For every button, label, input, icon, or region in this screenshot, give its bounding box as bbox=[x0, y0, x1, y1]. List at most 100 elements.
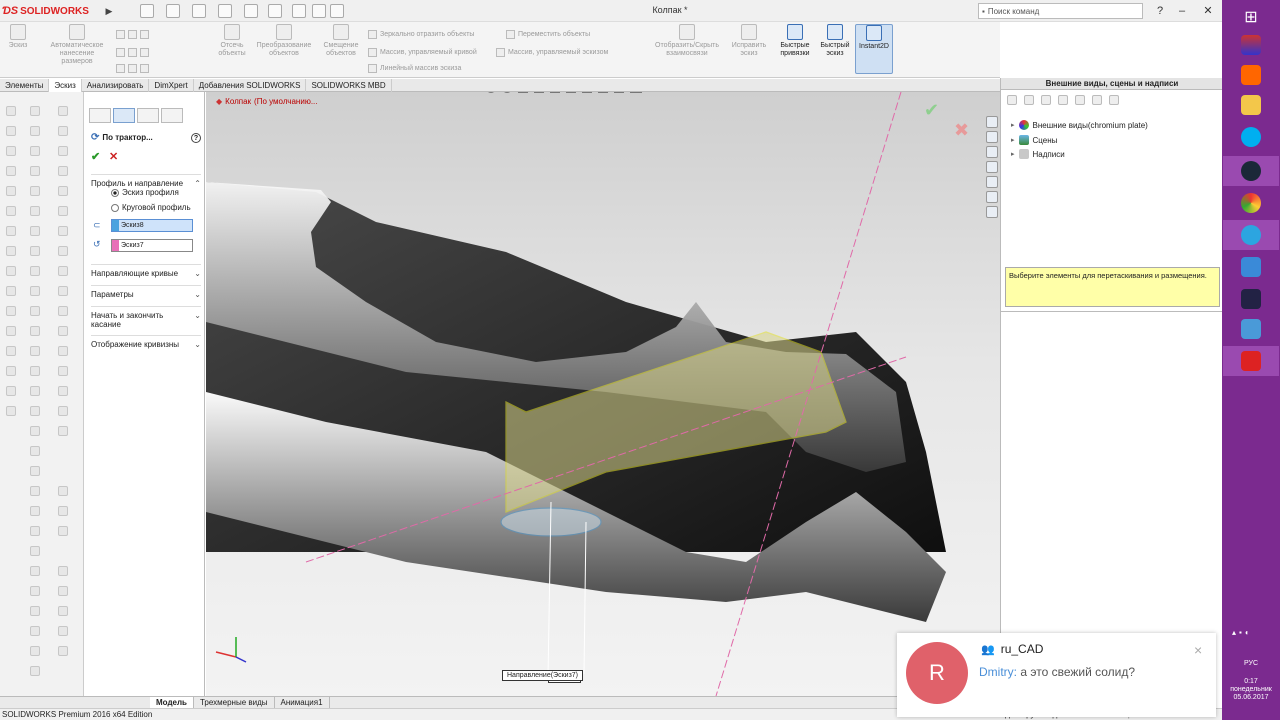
tool-icon[interactable] bbox=[30, 106, 40, 116]
tool-icon[interactable] bbox=[6, 186, 16, 196]
tool-icon[interactable] bbox=[58, 646, 68, 656]
viewport-minimize-icon[interactable]: – bbox=[966, 92, 971, 94]
tool-icon[interactable] bbox=[6, 346, 16, 356]
print-icon[interactable] bbox=[218, 4, 232, 18]
tool-icon[interactable] bbox=[30, 126, 40, 136]
tool-icon[interactable] bbox=[58, 286, 68, 296]
display-relations-button[interactable]: Отобразить/Скрыть взаимосвязи bbox=[648, 24, 726, 74]
instant2d-button[interactable]: Instant2D bbox=[855, 24, 893, 74]
tool-icon[interactable] bbox=[30, 406, 40, 416]
section-options[interactable]: Параметры ⌄ bbox=[91, 285, 201, 299]
tool-icon[interactable] bbox=[58, 486, 68, 496]
tool-icon[interactable] bbox=[30, 286, 40, 296]
graphics-area[interactable]: ◆ Колпак (По умолчанию... ✔ ✖ – ❐ ✕ эски… bbox=[206, 92, 1000, 696]
tool-icon[interactable] bbox=[58, 306, 68, 316]
section-curvature-display[interactable]: Отображение кривизны ⌄ bbox=[91, 335, 201, 349]
feature-tree-tab[interactable] bbox=[89, 108, 111, 123]
rapid-sketch-button[interactable]: Быстрый эскиз bbox=[816, 24, 854, 74]
tool-icon[interactable] bbox=[58, 246, 68, 256]
tool-icon[interactable] bbox=[58, 266, 68, 276]
add-icon[interactable] bbox=[1058, 95, 1068, 105]
zoom-area-icon[interactable] bbox=[502, 92, 512, 93]
tool-icon[interactable] bbox=[30, 146, 40, 156]
tool-icon[interactable] bbox=[6, 286, 16, 296]
feature-tree-flyout[interactable]: ◆ Колпак (По умолчанию... bbox=[216, 97, 317, 106]
radio-circular-profile[interactable]: Круговой профиль bbox=[111, 203, 191, 212]
tab-3d-views[interactable]: Трехмерные виды bbox=[194, 697, 275, 708]
tool-icon[interactable] bbox=[58, 146, 68, 156]
appearance-icon[interactable] bbox=[598, 92, 608, 93]
mirror-entities[interactable]: Зеркально отразить объекты bbox=[368, 28, 474, 40]
clock[interactable]: 0:17 понедельник 05.06.2017 bbox=[1222, 678, 1280, 702]
rect-tool[interactable] bbox=[116, 46, 149, 58]
tool-icon[interactable] bbox=[58, 506, 68, 516]
tool-icon[interactable] bbox=[6, 106, 16, 116]
tool-icon[interactable] bbox=[58, 326, 68, 336]
move-entities[interactable]: Переместить объекты bbox=[506, 28, 590, 40]
section-guide-curves[interactable]: Направляющие кривые ⌄ bbox=[91, 264, 201, 278]
tool-icon[interactable] bbox=[30, 546, 40, 556]
file-explorer-icon[interactable] bbox=[986, 146, 998, 158]
tool-icon[interactable] bbox=[30, 426, 40, 436]
tab-dimxpert[interactable]: DimXpert bbox=[149, 79, 194, 92]
tool-icon[interactable] bbox=[58, 626, 68, 636]
taskbar-steam[interactable] bbox=[1223, 156, 1279, 186]
tool-icon[interactable] bbox=[58, 406, 68, 416]
taskbar-app1[interactable] bbox=[1223, 252, 1279, 282]
save-icon[interactable] bbox=[1075, 95, 1085, 105]
tool-icon[interactable] bbox=[30, 246, 40, 256]
viewport-restore-icon[interactable]: ❐ bbox=[979, 92, 987, 94]
tool-icon[interactable] bbox=[6, 246, 16, 256]
select-icon[interactable] bbox=[292, 4, 306, 18]
taskbar-solidworks[interactable] bbox=[1223, 346, 1279, 376]
tab-evaluate[interactable]: Анализировать bbox=[82, 79, 150, 92]
tool-icon[interactable] bbox=[30, 446, 40, 456]
tool-icon[interactable] bbox=[58, 386, 68, 396]
tool-icon[interactable] bbox=[6, 366, 16, 376]
start-button[interactable]: ⊞ bbox=[1223, 2, 1279, 32]
sketch-driven-pattern[interactable]: Массив, управляемый эскизом bbox=[496, 46, 608, 58]
tool-icon[interactable] bbox=[6, 266, 16, 276]
help-button[interactable]: ? bbox=[1148, 2, 1172, 20]
tool-icon[interactable] bbox=[58, 566, 68, 576]
appearances-icon[interactable] bbox=[986, 176, 998, 188]
taskbar-telegram[interactable] bbox=[1223, 220, 1279, 250]
tab-addins[interactable]: Добавления SOLIDWORKS bbox=[194, 79, 307, 92]
smart-dimension-button[interactable]: Автоматическое нанесение размеров bbox=[44, 24, 110, 74]
dimxpert-tab[interactable] bbox=[161, 108, 183, 123]
tool-icon[interactable] bbox=[6, 126, 16, 136]
tool-icon[interactable] bbox=[30, 206, 40, 216]
tool-icon[interactable] bbox=[30, 386, 40, 396]
display-style-icon[interactable] bbox=[566, 92, 576, 93]
config-tab[interactable] bbox=[137, 108, 159, 123]
solidworks-logo[interactable]: ƊS SOLIDWORKS bbox=[2, 3, 102, 19]
tool-icon[interactable] bbox=[30, 526, 40, 536]
tool-icon[interactable] bbox=[58, 346, 68, 356]
tool-icon[interactable] bbox=[6, 306, 16, 316]
notification-toast[interactable]: R 👥 ru_CAD Dmitry: а это свежий солид? × bbox=[897, 633, 1216, 717]
view-settings-icon[interactable] bbox=[630, 92, 642, 93]
save-icon[interactable] bbox=[192, 4, 206, 18]
undo-icon[interactable] bbox=[244, 4, 258, 18]
home-icon[interactable] bbox=[986, 116, 998, 128]
view-palette-icon[interactable] bbox=[986, 161, 998, 173]
sketch-button[interactable]: Эскиз bbox=[4, 24, 32, 74]
section-start-end-tangency[interactable]: Начать и закончить касание ⌄ bbox=[91, 306, 201, 329]
tray-icons[interactable]: ▴▪◐ bbox=[1232, 628, 1253, 637]
hide-show-icon[interactable] bbox=[582, 92, 592, 93]
tool-icon[interactable] bbox=[6, 166, 16, 176]
tab-mbd[interactable]: SOLIDWORKS MBD bbox=[306, 79, 392, 92]
previous-view-icon[interactable] bbox=[518, 92, 528, 93]
zoom-fit-icon[interactable] bbox=[486, 92, 496, 93]
taskbar-winrar[interactable] bbox=[1223, 30, 1279, 60]
tool-icon[interactable] bbox=[30, 646, 40, 656]
refresh-icon[interactable] bbox=[1092, 95, 1102, 105]
view-orientation-icon[interactable] bbox=[550, 92, 560, 93]
tool-icon[interactable] bbox=[58, 106, 68, 116]
tool-icon[interactable] bbox=[30, 466, 40, 476]
taskbar-mi[interactable] bbox=[1223, 60, 1279, 90]
tool-icon[interactable] bbox=[6, 406, 16, 416]
tool-icon[interactable] bbox=[30, 346, 40, 356]
radio-sketch-profile[interactable]: Эскиз профиля bbox=[111, 188, 179, 197]
tool-icon[interactable] bbox=[58, 166, 68, 176]
